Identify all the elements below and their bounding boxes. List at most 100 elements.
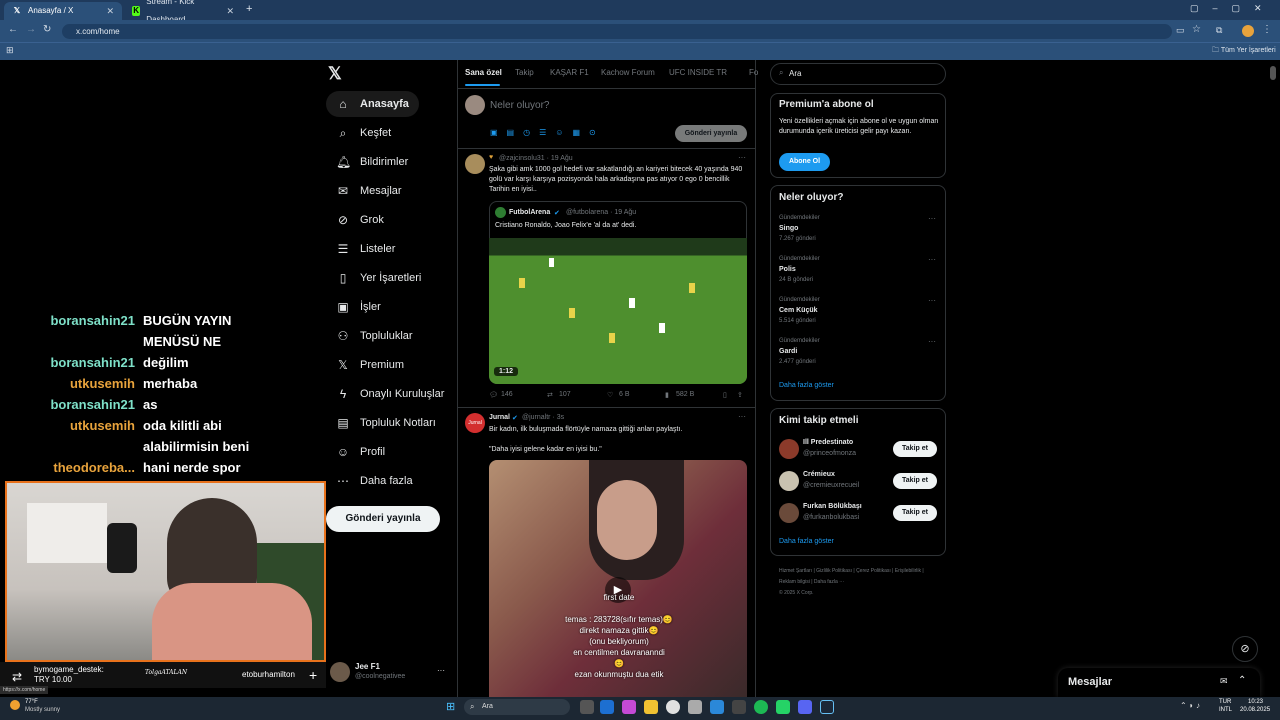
nav-item-i̇şler[interactable]: ▣ İşler <box>326 294 391 320</box>
trend-name[interactable]: Cem Küçük <box>779 307 818 314</box>
chrome-icon[interactable] <box>666 700 680 714</box>
clock-date[interactable]: 20.08.2025 <box>1240 707 1270 713</box>
follow-button[interactable]: Takip et <box>893 473 937 489</box>
clock-time[interactable]: 10:23 <box>1248 699 1263 705</box>
language[interactable]: TUR <box>1219 699 1231 705</box>
app-icon[interactable] <box>710 700 724 714</box>
nav-item-profil[interactable]: ☺ Profil <box>326 439 395 465</box>
nav-item-daha-fazla[interactable]: ⋯ Daha fazla <box>326 468 423 494</box>
suggestion-avatar[interactable] <box>779 439 799 459</box>
post-button[interactable]: Gönderi yayınla <box>326 506 440 532</box>
feed-tab[interactable]: Sana özel <box>465 68 502 77</box>
composer-tools[interactable]: ▣▤◷☰☺▦⊙ <box>490 128 605 137</box>
scrollbar[interactable] <box>1270 66 1276 80</box>
menu-icon[interactable]: ⋮ <box>1262 24 1272 35</box>
show-more-trends[interactable]: Daha fazla göster <box>779 382 834 389</box>
video-thumbnail[interactable] <box>489 238 747 384</box>
nav-item-yer-i̇şaretleri[interactable]: ▯ Yer İşaretleri <box>326 265 431 291</box>
tweet-more-icon[interactable]: ··· <box>738 153 746 162</box>
tweet-handle[interactable]: @jurnaltr · 3s <box>522 414 564 421</box>
trend-name[interactable]: Singo <box>779 225 798 232</box>
edge-icon[interactable] <box>600 700 614 714</box>
nav-item-premium[interactable]: 𝕏 Premium <box>326 352 414 378</box>
feed-tab[interactable]: Kachow Forum <box>601 68 655 77</box>
footer-link[interactable]: Hizmet Şartları <box>779 568 812 574</box>
tab-kick-dashboard[interactable]: K Stream - Kick Dashboard ✕ <box>124 0 242 24</box>
discord-icon[interactable] <box>798 700 812 714</box>
all-bookmarks-folder[interactable]: 🗀 Tüm Yer İşaretleri <box>1212 46 1276 57</box>
nav-item-mesajlar[interactable]: ✉ Mesajlar <box>326 178 412 204</box>
app-icon[interactable] <box>622 700 636 714</box>
footer-link[interactable]: Daha fazla ··· <box>814 579 844 585</box>
window-controls[interactable]: ▢–▢✕ <box>1190 3 1276 14</box>
app-icon[interactable] <box>732 700 746 714</box>
apps-icon[interactable]: ⊞ <box>6 45 14 56</box>
file-explorer-icon[interactable] <box>644 700 658 714</box>
show-more-follow[interactable]: Daha fazla göster <box>779 538 834 545</box>
nav-item-anasayfa[interactable]: ⌂ Anasayfa <box>326 91 419 117</box>
suggestion-name[interactable]: Crémieux <box>803 471 835 478</box>
grok-icon[interactable]: ⊘ <box>1232 636 1258 662</box>
store-icon[interactable] <box>688 700 702 714</box>
tweet-name[interactable]: Jurnal <box>489 414 510 421</box>
whatsapp-icon[interactable] <box>776 700 790 714</box>
extensions-icon[interactable]: ⧉ <box>1216 25 1222 36</box>
steam-icon[interactable] <box>820 700 834 714</box>
reload-icon[interactable]: ↻ <box>43 24 51 35</box>
nav-item-topluluklar[interactable]: ⚇ Topluluklar <box>326 323 423 349</box>
views-icon[interactable]: ▮ <box>665 391 669 399</box>
nav-item-topluluk-notları[interactable]: ▤ Topluluk Notları <box>326 410 446 436</box>
follow-button[interactable]: Takip et <box>893 505 937 521</box>
account-more-icon[interactable]: ··· <box>437 666 445 675</box>
trend-name[interactable]: Gardi <box>779 348 797 355</box>
back-icon[interactable]: ← <box>8 24 18 35</box>
suggestion-avatar[interactable] <box>779 503 799 523</box>
cast-icon[interactable]: ▭ <box>1176 25 1185 36</box>
tweet-avatar[interactable]: Jurnal <box>465 413 485 433</box>
feed-tab[interactable]: KAŞAR F1 <box>550 68 589 77</box>
weather-icon[interactable] <box>10 700 20 710</box>
taskbar-search[interactable]: ⌕ Ara <box>464 699 570 715</box>
reply-icon[interactable]: 💬︎ <box>489 391 498 399</box>
suggestion-avatar[interactable] <box>779 471 799 491</box>
suggestion-name[interactable]: Ill Predestinato <box>803 439 853 446</box>
account-avatar[interactable] <box>330 662 350 682</box>
forward-icon[interactable]: → <box>26 24 36 35</box>
like-icon[interactable]: ♡ <box>607 391 613 399</box>
follow-button[interactable]: Takip et <box>893 441 937 457</box>
feed-tab[interactable]: Takip <box>515 68 534 77</box>
footer-link[interactable]: Gizlilik Politikası <box>816 568 852 574</box>
profile-avatar[interactable] <box>1242 25 1254 37</box>
trend-more-icon[interactable]: ··· <box>928 214 936 223</box>
windows-start-icon[interactable]: ⊞ <box>446 700 455 713</box>
new-message-icon[interactable]: ✉ <box>1220 676 1228 687</box>
task-view-icon[interactable] <box>580 700 594 714</box>
keyboard-layout[interactable]: INTL <box>1219 707 1232 713</box>
weather-text[interactable]: Mostly sunny <box>25 707 60 713</box>
footer-link[interactable]: Çerez Politikası <box>856 568 891 574</box>
footer-link[interactable]: Erişilebilirlik <box>895 568 921 574</box>
composer-input[interactable]: Neler oluyor? <box>490 100 549 111</box>
tweet-more-icon[interactable]: ··· <box>738 412 746 421</box>
tweet-handle[interactable]: @zajcinsolu31 · 19 Ağu <box>499 155 573 162</box>
nav-item-bildirimler[interactable]: 🔔︎ Bildirimler <box>326 149 418 175</box>
footer-link[interactable]: Reklam bilgisi <box>779 579 810 585</box>
trend-more-icon[interactable]: ··· <box>928 337 936 346</box>
trend-more-icon[interactable]: ··· <box>928 296 936 305</box>
nav-item-grok[interactable]: ⊘ Grok <box>326 207 394 233</box>
search-input[interactable]: ⌕ Ara <box>770 63 946 85</box>
suggestion-name[interactable]: Furkan Bölükbaşı <box>803 503 862 510</box>
tray-icons[interactable]: ⌃ ◗ ♪ <box>1180 701 1200 710</box>
trend-more-icon[interactable]: ··· <box>928 255 936 264</box>
tweet-avatar[interactable] <box>465 154 485 174</box>
share-icon[interactable]: ⇪ <box>737 391 743 399</box>
x-logo-icon[interactable]: 𝕏 <box>328 64 342 84</box>
trend-name[interactable]: Polis <box>779 266 796 273</box>
chevron-up-icon[interactable]: ⌃ <box>1238 675 1246 686</box>
composer-post-button[interactable]: Gönderi yayınla <box>675 125 747 142</box>
nav-item-onaylı-kuruluşlar[interactable]: ϟ Onaylı Kuruluşlar <box>326 381 454 407</box>
subscribe-button[interactable]: Abone Ol <box>779 153 830 171</box>
repost-icon[interactable]: ⇄ <box>547 391 553 399</box>
close-icon[interactable]: ✕ <box>226 2 234 20</box>
messages-drawer[interactable]: Mesajlar ✉ ⌃ <box>1058 668 1260 697</box>
